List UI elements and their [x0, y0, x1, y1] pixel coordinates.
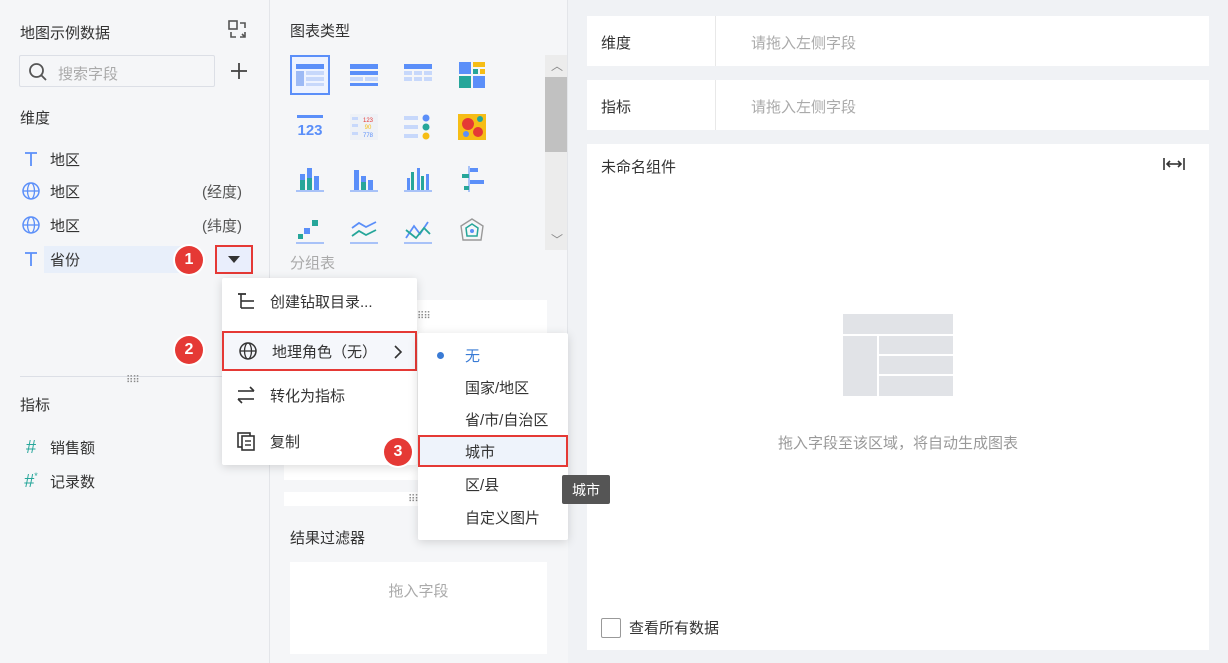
- svg-text:778: 778: [363, 133, 374, 139]
- dimension-field-region-longitude[interactable]: 地区 (经度): [20, 177, 252, 205]
- globe-icon: [224, 341, 272, 361]
- kpi-number-icon[interactable]: 123: [290, 107, 330, 147]
- step-marker-1: 1: [175, 246, 203, 274]
- chevron-down-icon[interactable]: ﹀: [551, 231, 563, 248]
- chart-type-title: 图表类型: [290, 23, 351, 40]
- expand-width-icon[interactable]: [1163, 156, 1185, 176]
- dimension-field-region-latitude[interactable]: 地区 (纬度): [20, 211, 252, 239]
- measure-drop-placeholder: 请拖入左侧字段: [751, 99, 857, 116]
- field-dropdown-button[interactable]: [215, 245, 253, 274]
- filter-drop-zone[interactable]: 拖入字段: [290, 562, 547, 654]
- empty-chart-hint: 拖入字段至该区域，将自动生成图表: [777, 435, 1018, 452]
- measure-drop-label: 指标: [601, 99, 632, 116]
- caret-down-icon: [228, 256, 240, 263]
- view-all-label: 查看所有数据: [629, 620, 720, 637]
- hash-star-icon: # *: [24, 470, 38, 491]
- geo-option-district[interactable]: 区/县: [418, 468, 568, 500]
- copy-icon: [222, 431, 270, 451]
- heatmap-icon[interactable]: [452, 107, 492, 147]
- result-filter-title: 结果过滤器: [290, 530, 366, 547]
- geo-option-country[interactable]: 国家/地区: [418, 371, 568, 403]
- field-search-input[interactable]: 搜索字段: [19, 55, 215, 87]
- field-context-menu: 创建钻取目录... 地理角色（无） 转化为指标 复制: [222, 278, 417, 465]
- resize-handle-icon[interactable]: ⠿⠿: [126, 376, 140, 386]
- dimension-section-label: 维度: [20, 110, 51, 127]
- step-marker-2: 2: [175, 336, 203, 364]
- separator: [715, 80, 716, 130]
- dimension-drop-zone[interactable]: 维度 请拖入左侧字段: [587, 16, 1209, 66]
- add-field-icon[interactable]: [228, 60, 250, 82]
- globe-icon: [20, 181, 42, 201]
- measure-drop-zone[interactable]: 指标 请拖入左侧字段: [587, 80, 1209, 130]
- line-chart-icon[interactable]: [344, 211, 384, 251]
- chevron-right-icon: [393, 344, 403, 364]
- hover-tooltip: 城市: [562, 475, 610, 504]
- geo-option-city[interactable]: 城市: [418, 435, 568, 467]
- geo-option-custom-image[interactable]: 自定义图片: [418, 501, 568, 533]
- scatter-icon[interactable]: [290, 211, 330, 251]
- indicator-list-icon[interactable]: [398, 107, 438, 147]
- kpi-table-icon[interactable]: 123 90 778: [344, 107, 384, 147]
- chevron-up-icon[interactable]: ︿: [551, 57, 563, 74]
- widget-title[interactable]: 未命名组件: [601, 156, 676, 177]
- separator: [715, 16, 716, 66]
- canvas-panel: 维度 请拖入左侧字段 指标 请拖入左侧字段 未命名组件 拖入字段至该区域，将自动…: [568, 0, 1228, 663]
- geo-role-submenu: 无 国家/地区 省/市/自治区 城市 区/县 自定义图片: [418, 333, 568, 540]
- hash-icon: #: [25, 436, 36, 457]
- measure-field-sales[interactable]: # 销售额: [20, 433, 252, 461]
- svg-text:123: 123: [363, 118, 374, 124]
- view-all-data-toggle[interactable]: 查看所有数据: [601, 617, 719, 638]
- stacked-column-icon[interactable]: [344, 159, 384, 199]
- svg-text:123: 123: [297, 122, 322, 139]
- area-line-icon[interactable]: [398, 211, 438, 251]
- geo-option-province[interactable]: 省/市/自治区: [418, 403, 568, 435]
- measure-section-label: 指标: [20, 397, 51, 414]
- chart-type-grid: 123 123 90 778: [290, 55, 516, 250]
- step-marker-3: 3: [384, 438, 412, 466]
- chart-widget: 未命名组件 拖入字段至该区域，将自动生成图表 查看所有数据: [587, 144, 1209, 650]
- geo-option-none[interactable]: 无: [418, 339, 568, 371]
- grouped-column-icon[interactable]: [290, 159, 330, 199]
- filter-placeholder: 拖入字段: [388, 583, 449, 600]
- switch-dataset-icon[interactable]: [226, 18, 250, 42]
- chart-type-scrollbar[interactable]: ︿ ﹀: [545, 55, 567, 250]
- scrollbar-thumb[interactable]: [545, 77, 567, 152]
- dataset-title: 地图示例数据: [20, 25, 111, 42]
- menu-item-convert-to-measure[interactable]: 转化为指标: [222, 375, 417, 415]
- dimension-field-region[interactable]: 地区: [20, 145, 252, 173]
- svg-text:90: 90: [365, 125, 372, 131]
- search-placeholder: 搜索字段: [58, 66, 119, 83]
- resize-handle-icon[interactable]: ⠿⠿: [417, 312, 431, 322]
- menu-item-create-drill[interactable]: 创建钻取目录...: [222, 281, 417, 321]
- multi-column-icon[interactable]: [398, 159, 438, 199]
- empty-chart-illustration: [843, 314, 953, 396]
- hierarchy-icon: [222, 292, 270, 310]
- selected-dot-icon: [437, 352, 444, 359]
- view-all-checkbox[interactable]: [601, 617, 621, 638]
- text-type-icon: [20, 251, 42, 267]
- measure-field-record-count[interactable]: # * 记录数: [20, 467, 252, 495]
- dimension-drop-label: 维度: [601, 35, 632, 52]
- text-type-icon: [20, 151, 42, 167]
- search-icon: [28, 62, 48, 86]
- detail-table-icon[interactable]: [398, 55, 438, 95]
- swap-arrows-icon: [222, 386, 270, 404]
- menu-item-geo-role[interactable]: 地理角色（无）: [222, 331, 417, 371]
- treemap-icon[interactable]: [452, 55, 492, 95]
- cross-table-icon[interactable]: [344, 55, 384, 95]
- chart-type-hover-label: 分组表: [290, 255, 336, 272]
- table-chart-icon[interactable]: [290, 55, 330, 95]
- globe-icon: [20, 215, 42, 235]
- radar-chart-icon[interactable]: [452, 211, 492, 251]
- dimension-drop-placeholder: 请拖入左侧字段: [751, 35, 857, 52]
- bar-chart-icon[interactable]: [452, 159, 492, 199]
